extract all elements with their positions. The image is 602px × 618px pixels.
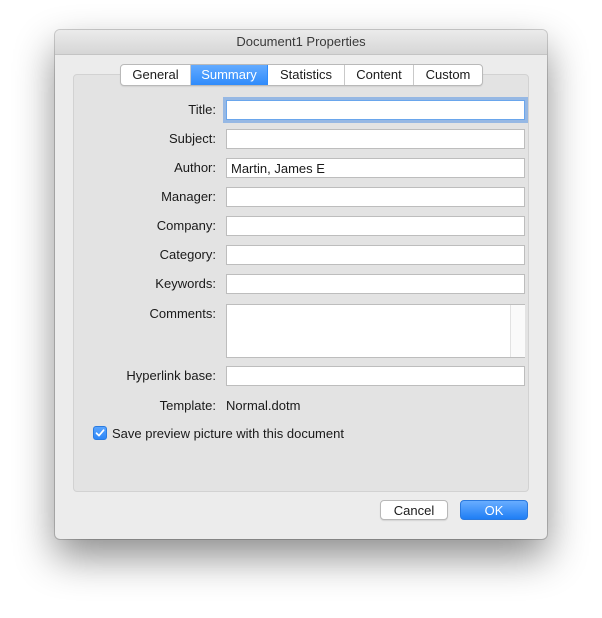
tab-general[interactable]: General bbox=[121, 65, 191, 85]
author-label: Author: bbox=[174, 160, 216, 175]
ok-button[interactable]: OK bbox=[460, 500, 528, 520]
template-label: Template: bbox=[159, 398, 216, 413]
hyperlink-base-label: Hyperlink base: bbox=[126, 368, 216, 383]
title-label: Title: bbox=[188, 102, 216, 117]
save-preview-row[interactable]: Save preview picture with this document bbox=[93, 424, 344, 442]
keywords-label: Keywords: bbox=[155, 276, 216, 291]
properties-dialog: Document1 Properties Title: Subject: Aut… bbox=[55, 30, 547, 539]
tab-bar: General Summary Statistics Content Custo… bbox=[120, 64, 483, 86]
tab-summary[interactable]: Summary bbox=[191, 65, 268, 85]
tab-statistics[interactable]: Statistics bbox=[268, 65, 345, 85]
template-value: Normal.dotm bbox=[226, 398, 301, 413]
cancel-button[interactable]: Cancel bbox=[380, 500, 448, 520]
hyperlink-base-input[interactable] bbox=[226, 366, 525, 386]
manager-label: Manager: bbox=[161, 189, 216, 204]
company-label: Company: bbox=[156, 218, 216, 233]
checkmark-icon bbox=[95, 429, 105, 437]
company-input[interactable] bbox=[226, 216, 525, 236]
subject-label: Subject: bbox=[169, 131, 216, 146]
summary-panel: Title: Subject: Author: Manager: Company… bbox=[73, 74, 529, 492]
save-preview-label: Save preview picture with this document bbox=[112, 425, 344, 441]
author-input[interactable] bbox=[226, 158, 525, 178]
manager-input[interactable] bbox=[226, 187, 525, 207]
window-title: Document1 Properties bbox=[55, 30, 547, 55]
comments-label: Comments: bbox=[149, 306, 216, 321]
subject-input[interactable] bbox=[226, 129, 525, 149]
tab-content[interactable]: Content bbox=[345, 65, 414, 85]
comments-textarea[interactable] bbox=[226, 304, 525, 358]
category-input[interactable] bbox=[226, 245, 525, 265]
save-preview-checkbox[interactable] bbox=[93, 426, 107, 440]
keywords-input[interactable] bbox=[226, 274, 525, 294]
category-label: Category: bbox=[159, 247, 216, 262]
comments-scrollbar[interactable] bbox=[510, 305, 525, 357]
tab-custom[interactable]: Custom bbox=[414, 65, 482, 85]
title-input[interactable] bbox=[226, 100, 525, 120]
